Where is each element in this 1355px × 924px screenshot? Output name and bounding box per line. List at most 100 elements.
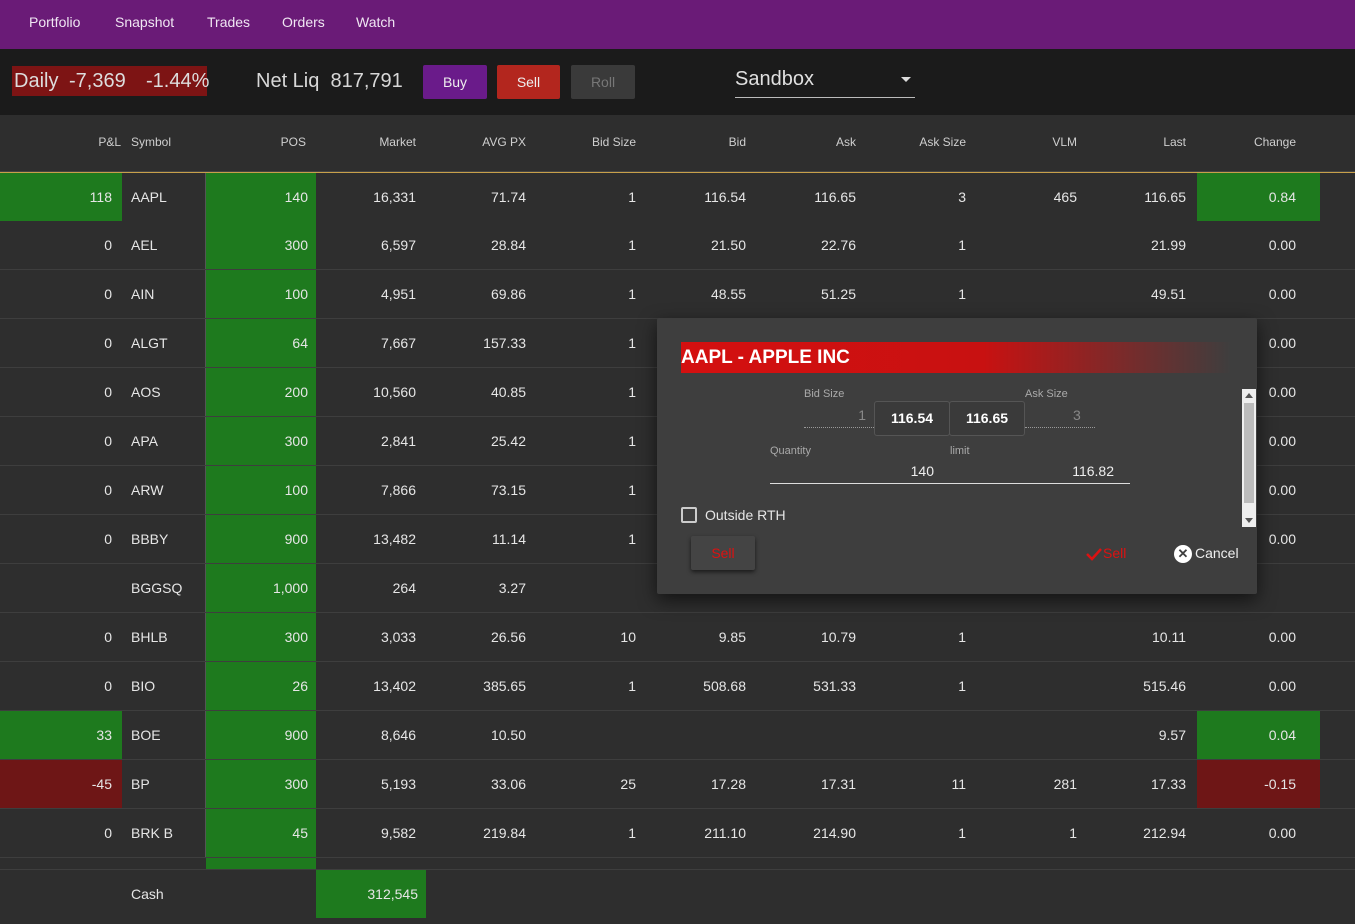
avgpx-cell: 73.15 [490,482,526,498]
asksize-cell [866,711,966,759]
daily-value: -7,369 [69,70,126,92]
change-cell: 0.00 [1268,825,1296,841]
market-cell: 13,482 [373,531,416,547]
header-ask[interactable]: Ask [756,135,856,149]
avgpx-cell: 11.14 [492,531,526,547]
top-nav: Portfolio Snapshot Trades Orders Watch [0,0,1355,49]
symbol-cell: BRK B [131,825,174,841]
table-row[interactable]: 0 BRK B 45 9,582 219.84 1 211.10 214.90 1 1 212.94… [0,809,1355,858]
table-row[interactable]: 0 BHLB 300 3,033 26.56 10 9.85 10.79 1 10.11 0.00 [0,613,1355,662]
scroll-up-icon[interactable] [1245,393,1253,398]
last-cell: 17.33 [1150,776,1186,792]
chevron-down-icon [901,77,911,82]
bidsize-cell: 1 [628,335,636,351]
netliq-value: 817,791 [330,70,403,92]
last-cell: 21.99 [1150,237,1186,253]
last-cell: 49.51 [1150,286,1186,302]
account-select[interactable]: Sandbox [735,65,915,98]
header-vlm[interactable]: VLM [976,135,1077,149]
summary-bar: Daily -7,369 -1.44% Net Liq 817,791 Buy … [0,49,1355,115]
asksize-cell: 1 [958,629,966,645]
table-row[interactable]: 0 AIN 100 4,951 69.86 1 48.55 51.25 1 49.51 0.00 [0,270,1355,319]
roll-button[interactable]: Roll [571,65,635,99]
dialog-scrollbar[interactable] [1242,389,1256,527]
symbol-cell: ARW [131,482,164,498]
nav-snapshot[interactable]: Snapshot [115,14,174,30]
vlm-cell [976,613,1077,661]
net-liq: Net Liq 817,791 [256,70,403,93]
ask-cell: 10.79 [820,629,856,645]
table-row[interactable]: 0 AEL 300 6,597 28.84 1 21.50 22.76 1 21.99 0.00 [0,221,1355,270]
side-sell-button[interactable]: Sell [691,536,755,570]
bid-cell: 48.55 [710,286,746,302]
market-cell: 10,560 [373,384,416,400]
pos-cell: 100 [206,466,316,514]
market-cell: 3,033 [380,629,416,645]
market-cell: 264 [392,580,416,596]
asksize-cell: 3 [958,189,966,205]
avgpx-cell: 26.56 [490,629,526,645]
table-header: P&L Symbol POS Market AVG PX Bid Size Bi… [0,115,1355,172]
nav-watch[interactable]: Watch [356,14,395,30]
header-bidsize[interactable]: Bid Size [536,135,636,149]
ask-price-button[interactable]: 116.65 [949,401,1025,436]
vlm-cell [976,221,1077,269]
cancel-button[interactable]: ✕ Cancel [1174,545,1239,564]
quantity-input[interactable] [770,458,950,484]
buy-button[interactable]: Buy [423,65,487,99]
symbol-cell: BOE [131,727,161,743]
symbol-cell: BGGSQ [131,580,183,596]
last-cell: 116.65 [1144,189,1186,205]
symbol-cell: APA [131,433,158,449]
header-pnl[interactable]: P&L [0,135,121,149]
header-avgpx[interactable]: AVG PX [426,135,526,149]
change-cell: 0.00 [1268,286,1296,302]
asksize-cell: 1 [958,678,966,694]
table-row[interactable]: 118 AAPL 140 16,331 71.74 1 116.54 116.65 3 465 11… [0,172,1355,222]
nav-portfolio[interactable]: Portfolio [29,14,80,30]
pos-cell: 300 [206,613,316,661]
cash-row: Cash 312,545 [0,869,1355,918]
sell-button[interactable]: Sell [497,65,560,99]
scroll-thumb[interactable] [1244,403,1254,503]
pnl-cell: 0 [104,335,112,351]
symbol-cell: BIO [131,678,156,694]
symbol-cell: AEL [131,237,158,253]
limit-input[interactable] [950,458,1130,484]
market-cell: 8,646 [380,727,416,743]
header-symbol[interactable]: Symbol [131,135,171,149]
bid-price-button[interactable]: 116.54 [874,401,950,436]
header-asksize[interactable]: Ask Size [866,135,966,149]
header-change[interactable]: Change [1197,135,1296,149]
table-row[interactable]: 33 BOE 900 8,646 10.50 9.57 0.04 [0,711,1355,760]
change-cell: 0.04 [1197,711,1320,759]
table-row[interactable]: 0 BIO 26 13,402 385.65 1 508.68 531.33 1 515.46 0.… [0,662,1355,711]
header-market[interactable]: Market [316,135,416,149]
dialog-title: AAPL - APPLE INC [681,342,1231,373]
header-bid[interactable]: Bid [646,135,746,149]
pnl-cell: 0 [104,433,112,449]
scroll-down-icon[interactable] [1245,518,1253,523]
outside-rth-checkbox[interactable] [681,507,697,523]
submit-sell-button[interactable]: Sell [1085,545,1127,562]
vlm-cell [976,270,1077,318]
bidsize-cell: 1 [628,825,636,841]
quantity-label: Quantity [770,445,811,457]
nav-orders[interactable]: Orders [282,14,325,30]
market-cell: 13,402 [373,678,416,694]
market-cell: 5,193 [380,776,416,792]
nav-trades[interactable]: Trades [207,14,250,30]
daily-label: Daily [14,70,59,92]
avgpx-cell: 28.84 [490,237,526,253]
bid-cell: 116.54 [704,189,746,205]
submit-sell-label: Sell [1103,545,1127,561]
avgpx-cell: 69.86 [490,286,526,302]
daily-pnl-badge: Daily -7,369 -1.44% [12,66,209,96]
market-cell: 9,582 [380,825,416,841]
avgpx-cell: 33.06 [490,776,526,792]
header-pos[interactable]: POS [206,135,306,149]
header-last[interactable]: Last [1087,135,1186,149]
ask-cell: 531.33 [813,678,856,694]
table-row[interactable]: -45 BP 300 5,193 33.06 25 17.28 17.31 11 281 17.33… [0,760,1355,809]
account-value: Sandbox [735,68,814,90]
